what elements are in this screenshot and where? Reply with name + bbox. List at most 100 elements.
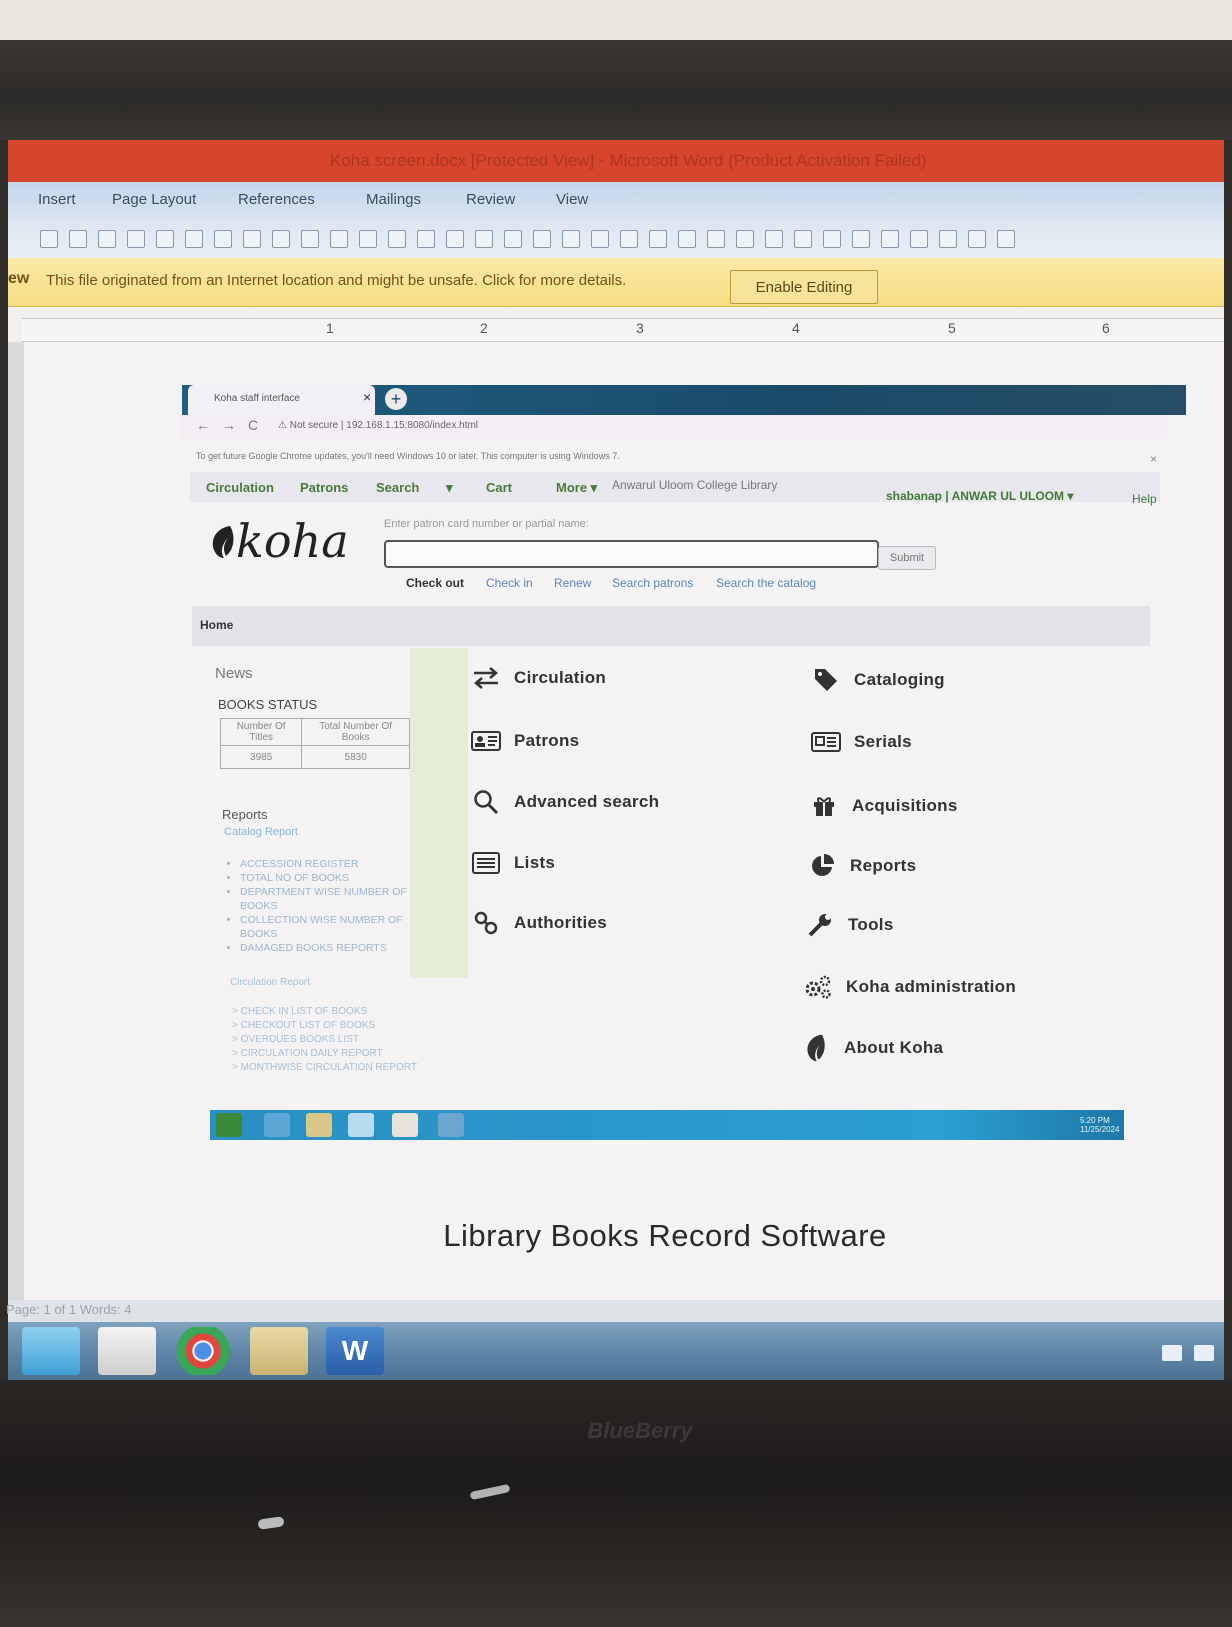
module-acquisitions[interactable]: Acquisitions bbox=[808, 786, 958, 826]
forward-icon[interactable]: → bbox=[222, 417, 236, 433]
ie-icon[interactable] bbox=[264, 1113, 290, 1137]
back-icon[interactable]: ← bbox=[196, 417, 210, 433]
list-item[interactable]: ACCESSION REGISTER bbox=[240, 857, 430, 871]
list-item[interactable]: > CHECK IN LIST OF BOOKS bbox=[232, 1005, 422, 1019]
address-url[interactable]: ⚠ Not secure | 192.168.1.15:8080/index.h… bbox=[278, 420, 478, 431]
toolbar-button-icon[interactable] bbox=[939, 230, 957, 248]
toolbar-button-icon[interactable] bbox=[823, 230, 841, 248]
toolbar-button-icon[interactable] bbox=[156, 230, 174, 248]
koha-logo[interactable]: koha bbox=[236, 514, 349, 568]
toolbar-button-icon[interactable] bbox=[794, 230, 812, 248]
module-tools[interactable]: Tools bbox=[804, 905, 894, 945]
toolbar-button-icon[interactable] bbox=[997, 230, 1015, 248]
close-icon[interactable]: × bbox=[363, 389, 371, 405]
tab-search-catalog[interactable]: Search the catalog bbox=[716, 576, 816, 590]
toolbar-button-icon[interactable] bbox=[127, 230, 145, 248]
user-menu[interactable]: shabanap | ANWAR UL ULOOM ▾ bbox=[886, 489, 1073, 503]
folder-icon[interactable] bbox=[250, 1327, 308, 1375]
toolbar-button-icon[interactable] bbox=[272, 230, 290, 248]
breadcrumb-home[interactable]: Home bbox=[200, 618, 233, 632]
ribbon-tab-mailings[interactable]: Mailings bbox=[366, 191, 421, 208]
module-advanced-search[interactable]: Advanced search bbox=[470, 782, 659, 822]
help-link[interactable]: Help bbox=[1132, 492, 1157, 506]
toolbar-button-icon[interactable] bbox=[359, 230, 377, 248]
toolbar-button-icon[interactable] bbox=[736, 230, 754, 248]
toolbar-button-icon[interactable] bbox=[678, 230, 696, 248]
chrome-icon[interactable] bbox=[174, 1327, 232, 1375]
horizontal-ruler[interactable] bbox=[22, 318, 1224, 342]
toolbar-button-icon[interactable] bbox=[533, 230, 551, 248]
reload-icon[interactable]: C bbox=[248, 417, 258, 433]
circulation-report-link[interactable]: Circulation Report bbox=[230, 977, 310, 988]
module-circulation[interactable]: Circulation bbox=[470, 658, 606, 698]
toolbar-button-icon[interactable] bbox=[446, 230, 464, 248]
ribbon-tab-review[interactable]: Review bbox=[466, 191, 515, 208]
media-icon[interactable] bbox=[348, 1113, 374, 1137]
list-item[interactable]: > OVERDUES BOOKS LIST bbox=[232, 1033, 422, 1047]
show-desktop-icon[interactable] bbox=[1194, 1345, 1214, 1361]
toolbar-button-icon[interactable] bbox=[591, 230, 609, 248]
list-item[interactable]: COLLECTION WISE NUMBER OF BOOKS bbox=[240, 913, 430, 941]
toolbar-button-icon[interactable] bbox=[40, 230, 58, 248]
tray-flag-icon[interactable] bbox=[1162, 1345, 1182, 1361]
tab-check-out[interactable]: Check out bbox=[406, 576, 464, 590]
ribbon-tab-insert[interactable]: Insert bbox=[38, 191, 76, 208]
toolbar-button-icon[interactable] bbox=[475, 230, 493, 248]
list-item[interactable]: DEPARTMENT WISE NUMBER OF BOOKS bbox=[240, 885, 430, 913]
module-koha-administration[interactable]: Koha administration bbox=[802, 967, 1016, 1007]
toolbar-button-icon[interactable] bbox=[98, 230, 116, 248]
list-item[interactable]: TOTAL NO OF BOOKS bbox=[240, 871, 430, 885]
list-item[interactable]: > CIRCULATION DAILY REPORT bbox=[232, 1047, 422, 1061]
patron-search-input[interactable] bbox=[384, 540, 879, 568]
tab-renew[interactable]: Renew bbox=[554, 576, 591, 590]
close-icon[interactable]: × bbox=[1150, 452, 1157, 466]
toolbar-button-icon[interactable] bbox=[388, 230, 406, 248]
toolbar-button-icon[interactable] bbox=[185, 230, 203, 248]
ribbon-tab-page-layout[interactable]: Page Layout bbox=[112, 191, 196, 208]
toolbar-button-icon[interactable] bbox=[765, 230, 783, 248]
enable-editing-button[interactable]: Enable Editing bbox=[730, 270, 878, 304]
new-tab-button[interactable]: + bbox=[385, 388, 407, 410]
module-lists[interactable]: Lists bbox=[470, 843, 555, 883]
module-cataloging[interactable]: Cataloging bbox=[810, 660, 945, 700]
menu-more[interactable]: More ▾ bbox=[556, 480, 597, 496]
toolbar-button-icon[interactable] bbox=[69, 230, 87, 248]
toolbar-button-icon[interactable] bbox=[852, 230, 870, 248]
chrome-icon[interactable] bbox=[392, 1113, 418, 1137]
catalog-report-link[interactable]: Catalog Report bbox=[224, 826, 298, 838]
toolbar-button-icon[interactable] bbox=[620, 230, 638, 248]
module-authorities[interactable]: Authorities bbox=[470, 903, 607, 943]
toolbar-button-icon[interactable] bbox=[707, 230, 725, 248]
toolbar-button-icon[interactable] bbox=[504, 230, 522, 248]
toolbar-button-icon[interactable] bbox=[214, 230, 232, 248]
menu-cart[interactable]: Cart bbox=[486, 480, 512, 495]
toolbar-button-icon[interactable] bbox=[968, 230, 986, 248]
start-icon[interactable] bbox=[216, 1113, 242, 1137]
menu-search[interactable]: Search bbox=[376, 480, 419, 495]
toolbar-button-icon[interactable] bbox=[417, 230, 435, 248]
submit-button[interactable]: Submit bbox=[878, 546, 936, 570]
toolbar-button-icon[interactable] bbox=[881, 230, 899, 248]
word-icon[interactable]: W bbox=[326, 1327, 384, 1375]
app-icon[interactable] bbox=[438, 1113, 464, 1137]
protected-view-message[interactable]: This file originated from an Internet lo… bbox=[46, 272, 626, 289]
toolbar-button-icon[interactable] bbox=[649, 230, 667, 248]
module-about-koha[interactable]: About Koha bbox=[800, 1028, 943, 1068]
menu-patrons[interactable]: Patrons bbox=[300, 480, 348, 495]
module-reports[interactable]: Reports bbox=[806, 846, 916, 886]
ribbon-tab-references[interactable]: References bbox=[238, 191, 315, 208]
module-patrons[interactable]: Patrons bbox=[470, 721, 579, 761]
toolbar-button-icon[interactable] bbox=[910, 230, 928, 248]
folder-icon[interactable] bbox=[306, 1113, 332, 1137]
ribbon-tab-view[interactable]: View bbox=[556, 191, 588, 208]
list-item[interactable]: DAMAGED BOOKS REPORTS bbox=[240, 941, 430, 955]
tab-search-patrons[interactable]: Search patrons bbox=[612, 576, 693, 590]
toolbar-button-icon[interactable] bbox=[562, 230, 580, 248]
list-item[interactable]: > MONTHWISE CIRCULATION REPORT bbox=[232, 1061, 422, 1075]
tab-check-in[interactable]: Check in bbox=[486, 576, 533, 590]
menu-circulation[interactable]: Circulation bbox=[206, 480, 274, 495]
list-item[interactable]: > CHECKOUT LIST OF BOOKS bbox=[232, 1019, 422, 1033]
module-serials[interactable]: Serials bbox=[810, 722, 912, 762]
chevron-down-icon[interactable]: ▾ bbox=[446, 480, 453, 496]
document-icon[interactable] bbox=[98, 1327, 156, 1375]
